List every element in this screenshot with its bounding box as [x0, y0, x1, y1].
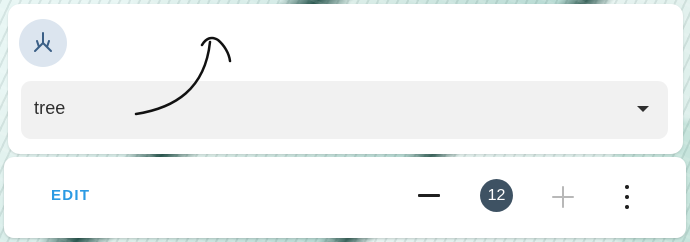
plus-icon[interactable] — [551, 185, 575, 209]
more-dot — [625, 205, 629, 209]
tree-branch-icon-button[interactable] — [19, 19, 67, 67]
selection-card: tree — [8, 4, 683, 154]
selected-value: tree — [34, 98, 66, 118]
action-bar: EDIT 12 — [4, 157, 686, 238]
count-badge: 12 — [480, 179, 513, 212]
tree-branch-icon — [34, 32, 52, 52]
tree-selector[interactable]: tree — [21, 81, 668, 139]
minus-icon[interactable] — [418, 194, 440, 197]
more-dot — [625, 185, 629, 189]
more-vertical-icon[interactable] — [619, 183, 635, 211]
edit-button[interactable]: EDIT — [51, 187, 90, 204]
more-dot — [625, 195, 629, 199]
chevron-down-icon[interactable] — [637, 106, 649, 112]
